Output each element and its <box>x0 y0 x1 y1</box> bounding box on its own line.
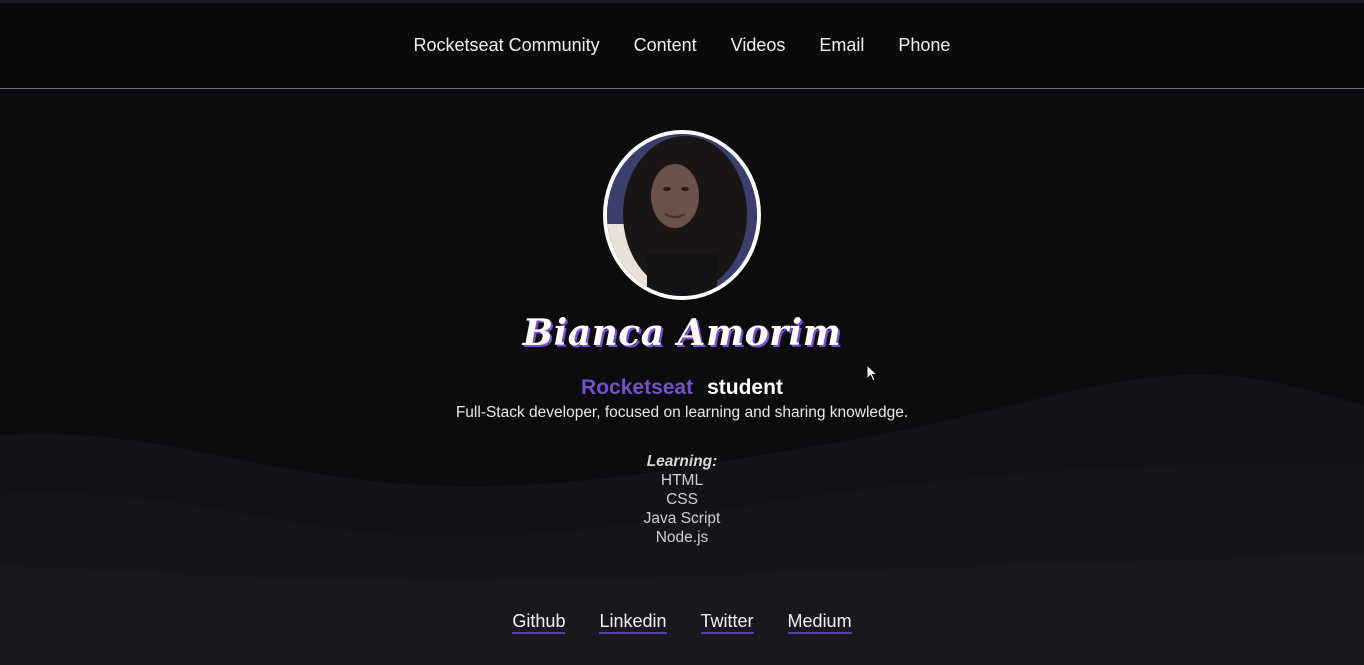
nav-link-content[interactable]: Content <box>634 35 697 55</box>
nav-link-email[interactable]: Email <box>819 35 864 55</box>
learning-section: Learning: HTML CSS Java Script Node.js <box>0 452 1364 547</box>
learning-list: HTML CSS Java Script Node.js <box>0 471 1364 547</box>
profile-bio: Full-Stack developer, focused on learnin… <box>455 404 909 421</box>
social-link-linkedin[interactable]: Linkedin <box>599 611 667 634</box>
social-link-github[interactable]: Github <box>512 611 566 634</box>
learning-item: HTML <box>660 472 704 489</box>
learning-item: Node.js <box>655 529 709 546</box>
profile-name: Bianca Amorim <box>522 312 842 354</box>
avatar <box>603 130 761 300</box>
avatar-photo <box>607 134 757 296</box>
social-link-twitter[interactable]: Twitter <box>700 611 754 634</box>
nav-link-rocketseat-community[interactable]: Rocketseat Community <box>414 35 600 55</box>
learning-item: CSS <box>666 491 698 508</box>
social-links: Github Linkedin Twitter Medium <box>0 611 1364 634</box>
nav-list: Rocketseat Community Content Videos Emai… <box>414 35 951 56</box>
profile-section: Bianca Amorim Rocketseat student Full-Sta… <box>0 130 1364 547</box>
profile-role: Rocketseat student <box>0 376 1364 400</box>
nav-link-videos[interactable]: Videos <box>731 35 786 55</box>
mouse-cursor-icon <box>866 364 878 382</box>
nav-link-phone[interactable]: Phone <box>898 35 950 55</box>
role-tail: student <box>707 376 783 399</box>
learning-title: Learning: <box>646 453 718 470</box>
learning-item: Java Script <box>643 510 721 527</box>
top-navigation: Rocketseat Community Content Videos Emai… <box>0 0 1364 89</box>
role-brand: Rocketseat <box>581 376 694 399</box>
page: Rocketseat Community Content Videos Emai… <box>0 0 1364 665</box>
social-link-medium[interactable]: Medium <box>787 611 852 634</box>
